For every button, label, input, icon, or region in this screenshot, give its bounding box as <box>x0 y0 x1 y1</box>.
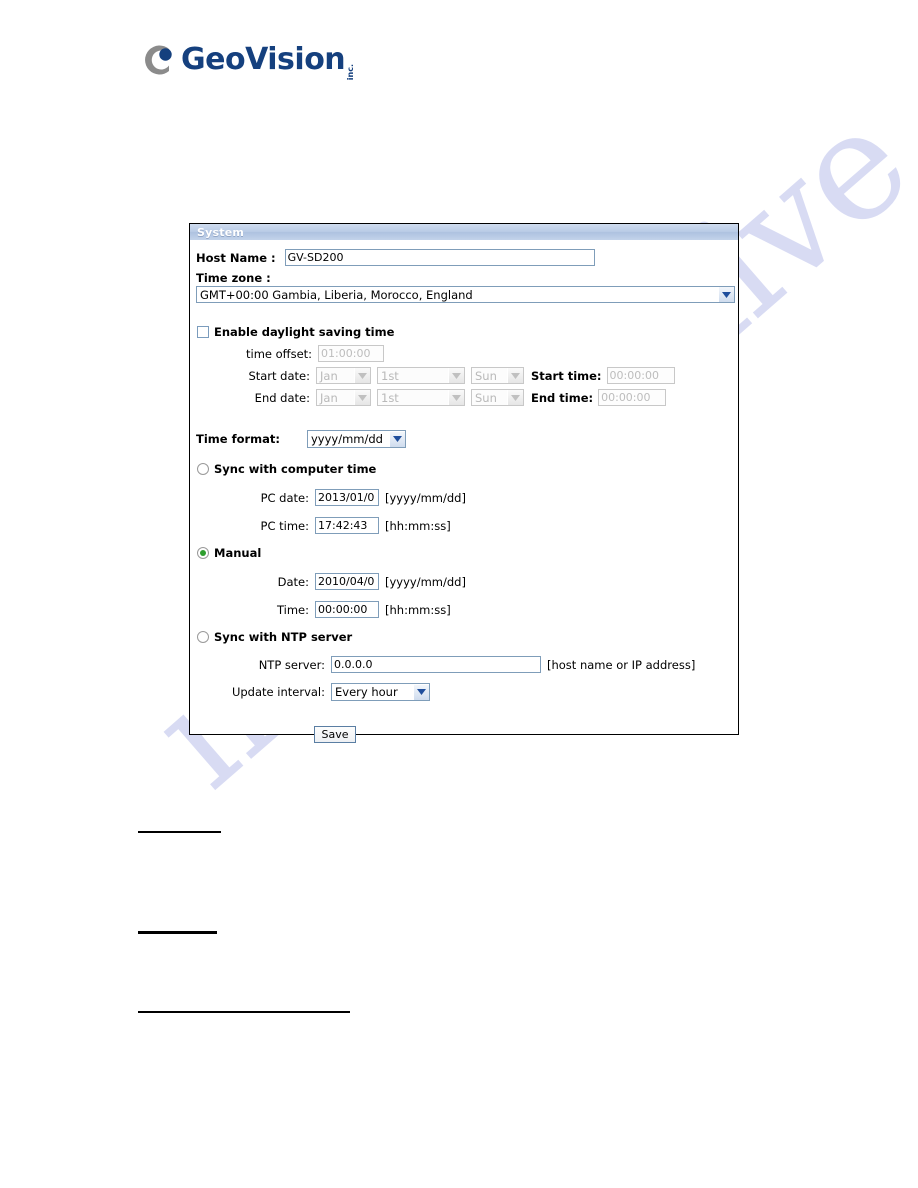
end-month-select[interactable]: Jan <box>316 389 371 406</box>
pc-date-hint: [yyyy/mm/dd] <box>385 490 466 505</box>
enable-daylight-checkbox[interactable] <box>197 326 209 338</box>
chevron-down-icon <box>507 390 523 405</box>
panel-header: System <box>190 224 738 241</box>
time-zone-select[interactable]: GMT+00:00 Gambia, Liberia, Morocco, Engl… <box>196 286 735 303</box>
geovision-logo-icon <box>138 40 178 80</box>
sync-computer-radio[interactable] <box>197 463 209 475</box>
section-rule-1 <box>138 831 221 833</box>
host-name-row: Host Name : GV-SD200 <box>196 249 595 266</box>
sync-ntp-radio-row[interactable]: Sync with NTP server <box>197 630 352 644</box>
section-rule-2 <box>138 931 217 934</box>
daylight-saving-checkbox-row[interactable]: Enable daylight saving time <box>197 325 394 339</box>
time-format-select[interactable]: yyyy/mm/dd <box>307 430 406 448</box>
manual-radio-row[interactable]: Manual <box>197 546 261 560</box>
geovision-logo: GeoVision inc. <box>138 38 355 82</box>
end-day-select[interactable]: 1st <box>377 389 465 406</box>
panel-title: System <box>197 225 245 239</box>
time-format-label: Time format: <box>196 432 280 446</box>
pc-time-label: PC time: <box>260 518 309 533</box>
sync-ntp-label: Sync with NTP server <box>214 630 353 644</box>
section-rule-3 <box>138 1011 350 1013</box>
manual-date-input[interactable]: 2010/04/0 <box>315 573 379 590</box>
sync-ntp-radio[interactable] <box>197 631 209 643</box>
time-offset-input[interactable]: 01:00:00 <box>318 345 385 362</box>
time-offset-row: time offset: 01:00:00 <box>246 345 385 362</box>
sync-computer-radio-row[interactable]: Sync with computer time <box>197 462 376 476</box>
manual-time-hint: [hh:mm:ss] <box>385 602 451 617</box>
sync-computer-label: Sync with computer time <box>214 462 377 476</box>
start-day-value: 1st <box>381 368 399 383</box>
start-month-select[interactable]: Jan <box>316 367 371 384</box>
end-weekday-value: Sun <box>475 390 497 405</box>
pc-date-label: PC date: <box>260 490 309 505</box>
time-format-row: Time format: yyyy/mm/dd <box>196 430 406 448</box>
chevron-down-icon <box>354 368 370 383</box>
update-interval-row: Update interval: Every hour <box>214 683 430 701</box>
start-time-label: Start time: <box>531 368 602 383</box>
end-time-label: End time: <box>531 390 594 405</box>
chevron-down-icon <box>718 287 734 302</box>
manual-date-label: Date: <box>277 574 309 589</box>
manual-time-input[interactable]: 00:00:00 <box>315 601 379 618</box>
end-date-label: End date: <box>254 390 310 405</box>
end-time-input[interactable]: 00:00:00 <box>598 389 667 406</box>
save-button-label: Save <box>321 728 349 741</box>
host-name-input[interactable]: GV-SD200 <box>284 249 595 266</box>
update-interval-value: Every hour <box>335 685 398 699</box>
save-button[interactable]: Save <box>314 726 356 743</box>
chevron-down-icon <box>448 390 464 405</box>
chevron-down-icon <box>507 368 523 383</box>
ntp-server-input[interactable]: 0.0.0.0 <box>331 656 541 673</box>
pc-date-row: PC date: 2013/01/0 [yyyy/mm/dd] <box>252 489 466 506</box>
time-zone-value: GMT+00:00 Gambia, Liberia, Morocco, Engl… <box>200 287 473 302</box>
update-interval-select[interactable]: Every hour <box>331 683 430 701</box>
start-date-row: Start date: Jan 1st Sun Start time: 00:0… <box>246 367 675 384</box>
end-month-value: Jan <box>320 390 338 405</box>
manual-time-row: Time: 00:00:00 [hh:mm:ss] <box>252 601 451 618</box>
pc-time-input[interactable]: 17:42:43 <box>315 517 379 534</box>
manual-date-hint: [yyyy/mm/dd] <box>385 574 466 589</box>
chevron-down-icon <box>448 368 464 383</box>
pc-date-input[interactable]: 2013/01/0 <box>315 489 379 506</box>
logo-wordmark: GeoVision <box>181 42 346 77</box>
enable-daylight-label: Enable daylight saving time <box>214 325 395 339</box>
start-date-label: Start date: <box>248 368 310 383</box>
update-interval-label: Update interval: <box>231 685 325 699</box>
logo-inc-suffix: inc. <box>346 63 356 80</box>
end-day-value: 1st <box>381 390 399 405</box>
start-weekday-value: Sun <box>475 368 497 383</box>
start-day-select[interactable]: 1st <box>377 367 465 384</box>
pc-time-hint: [hh:mm:ss] <box>385 518 451 533</box>
end-date-row: End date: Jan 1st Sun End time: 00:00:00 <box>246 389 667 406</box>
start-time-input[interactable]: 00:00:00 <box>606 367 675 384</box>
host-name-label: Host Name : <box>196 250 276 265</box>
time-offset-label: time offset: <box>246 346 313 361</box>
manual-date-row: Date: 2010/04/0 [yyyy/mm/dd] <box>252 573 466 590</box>
manual-time-label: Time: <box>276 602 309 617</box>
time-format-value: yyyy/mm/dd <box>311 432 383 446</box>
ntp-server-row: NTP server: 0.0.0.0 [host name or IP add… <box>252 656 695 673</box>
panel-body: Host Name : GV-SD200 Time zone : GMT+00:… <box>190 241 738 743</box>
system-settings-panel: System Host Name : GV-SD200 Time zone : … <box>189 223 739 743</box>
ntp-server-hint: [host name or IP address] <box>547 657 696 672</box>
time-zone-label: Time zone : <box>196 271 271 285</box>
chevron-down-icon <box>389 431 405 447</box>
chevron-down-icon <box>413 684 429 700</box>
chevron-down-icon <box>354 390 370 405</box>
end-weekday-select[interactable]: Sun <box>471 389 524 406</box>
time-zone-label-row: Time zone : <box>196 271 271 285</box>
start-weekday-select[interactable]: Sun <box>471 367 524 384</box>
manual-radio[interactable] <box>197 547 209 559</box>
start-month-value: Jan <box>320 368 338 383</box>
manual-label: Manual <box>214 546 262 560</box>
ntp-server-label: NTP server: <box>258 657 325 672</box>
pc-time-row: PC time: 17:42:43 [hh:mm:ss] <box>252 517 451 534</box>
